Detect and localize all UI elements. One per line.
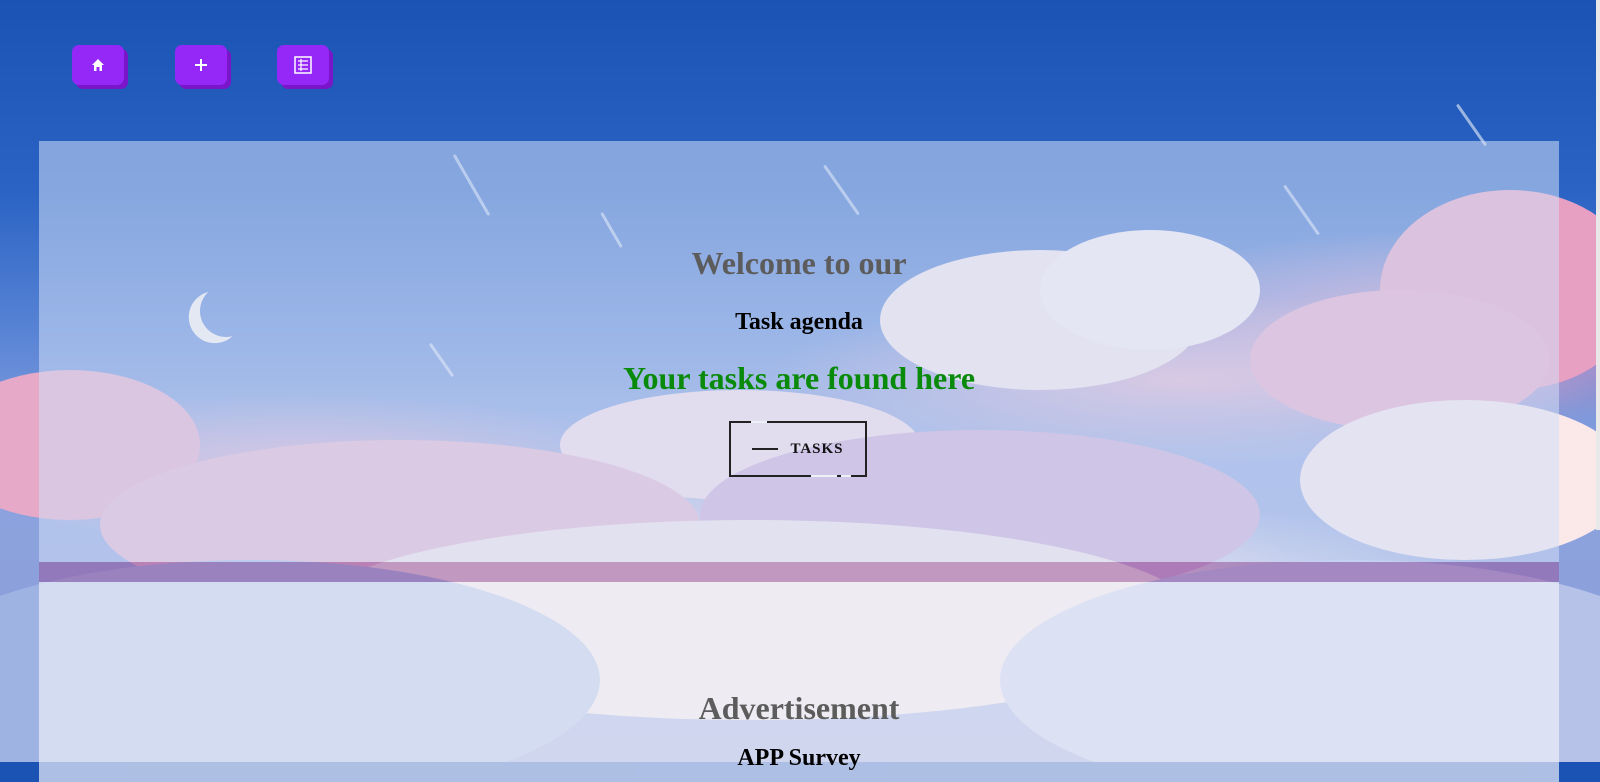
add-task-button[interactable] [175,45,227,85]
welcome-heading: Welcome to our [691,245,907,281]
agenda-subheading: Task agenda [735,309,863,335]
list-icon [293,55,313,75]
home-button[interactable] [72,45,124,85]
advertisement-subheading: APP Survey [737,745,861,771]
home-icon [91,58,105,72]
advertisement-heading: Advertisement [698,690,900,726]
hero-panel: Welcome to our Task agenda Your tasks ar… [39,141,1559,562]
task-list-button[interactable] [277,45,329,85]
section-divider [39,562,1559,582]
tasks-found-text: Your tasks are found here [622,360,976,396]
plus-icon [194,58,208,72]
tasks-button[interactable]: TASKS [729,421,867,477]
tasks-button-label: TASKS [790,440,844,457]
advertisement-panel: Advertisement APP Survey [39,582,1559,782]
rain-streak [1455,103,1488,147]
dash-icon [752,448,779,450]
page-scrollbar[interactable] [1596,0,1600,530]
